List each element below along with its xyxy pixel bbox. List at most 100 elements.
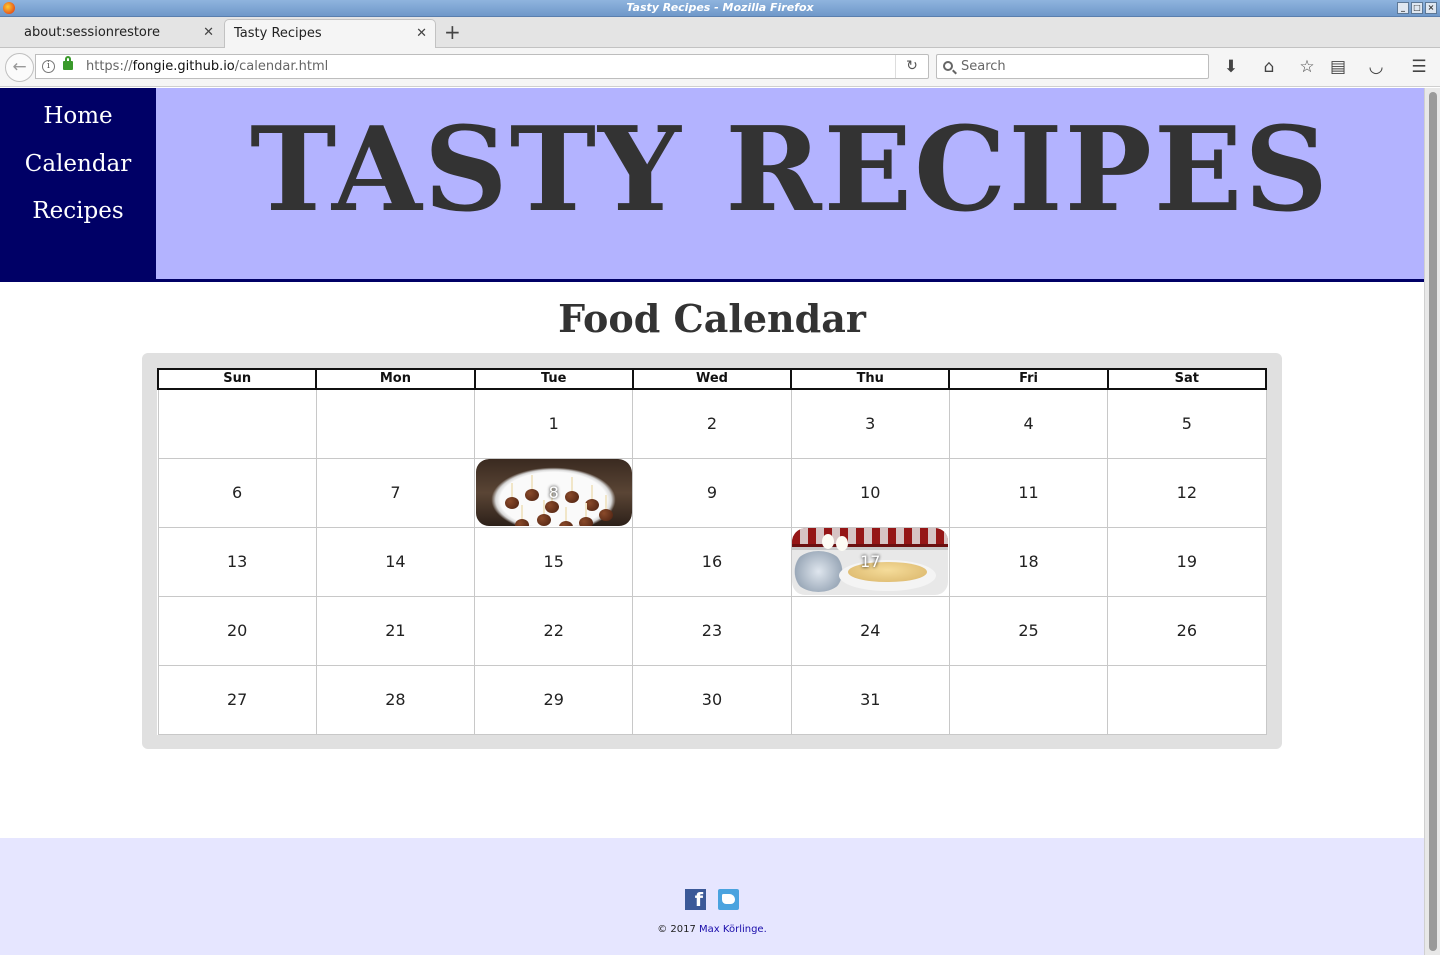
calendar-day-12[interactable]: 12 [1107,457,1267,528]
day-number: 22 [543,621,564,640]
close-tab-icon[interactable]: ✕ [203,19,214,47]
day-number: 28 [385,690,406,709]
weekday-header-wed: Wed [631,368,793,390]
calendar-empty-cell [315,388,476,459]
calendar-day-27[interactable]: 27 [157,664,317,735]
calendar-day-5[interactable]: 5 [1107,388,1267,459]
day-number: 13 [226,552,248,571]
menu-hamburger-icon[interactable]: ☰ [1408,56,1430,78]
day-number: 16 [701,552,723,571]
day-number: 14 [385,552,406,571]
day-number: 30 [701,690,723,709]
calendar-week-row: 20 21 22 23 24 25 26 [157,595,1267,666]
calendar-day-15[interactable]: 15 [474,526,634,597]
tab-tasty-recipes[interactable]: Tasty Recipes ✕ [224,19,436,48]
weekday-header-fri: Fri [948,368,1109,390]
page-title: Food Calendar [558,296,866,341]
calendar-day-21[interactable]: 21 [315,595,476,666]
url-bar[interactable]: i https://fongie.github.io/calendar.html… [35,54,929,79]
search-input[interactable]: Search [936,54,1209,79]
weekday-header-row: Sun Mon Tue Wed Thu Fri Sat [156,368,1268,390]
calendar-day-26[interactable]: 26 [1107,595,1267,666]
url-text[interactable]: https://fongie.github.io/calendar.html [86,55,328,78]
day-number: 19 [1176,552,1198,571]
day-number: 17 [860,552,881,571]
calendar-day-18[interactable]: 18 [948,526,1109,597]
day-number: 20 [226,621,248,640]
facebook-icon[interactable]: f [685,889,706,910]
calendar-day-1[interactable]: 1 [474,388,634,459]
reading-list-icon[interactable]: ▤ [1327,56,1349,78]
day-number: 3 [865,414,876,434]
calendar-day-14[interactable]: 14 [315,526,476,597]
calendar-day-11[interactable]: 11 [948,457,1109,528]
back-arrow-icon[interactable]: ← [5,53,34,82]
calendar-day-6[interactable]: 6 [157,457,317,528]
calendar-day-17[interactable]: 17 [790,526,950,597]
site-title: TASTY RECIPES [249,102,1331,238]
day-number: 27 [226,690,248,709]
navigation-toolbar: ← i https://fongie.github.io/calendar.ht… [0,48,1440,87]
calendar-day-3[interactable]: 3 [790,388,950,459]
day-number: 12 [1176,483,1198,502]
window-controls: _ □ × [1397,2,1437,14]
calendar-day-23[interactable]: 23 [632,595,792,666]
day-number: 10 [860,483,881,502]
day-number: 11 [1018,483,1039,502]
weekday-header-sat: Sat [1106,368,1268,390]
pocket-icon[interactable]: ◡ [1365,56,1387,78]
calendar-panel: Sun Mon Tue Wed Thu Fri Sat 1 2 3 4 5 6 7 8 9 10 11 12 13 1… [142,353,1282,749]
tab-label: Tasty Recipes [234,26,322,41]
calendar-day-30[interactable]: 30 [632,664,792,735]
new-tab-icon[interactable]: + [444,21,461,43]
calendar-day-7[interactable]: 7 [315,457,476,528]
day-number: 9 [706,483,718,502]
home-icon[interactable]: ⌂ [1258,56,1280,78]
calendar-empty-cell [1107,664,1267,735]
calendar-table: Sun Mon Tue Wed Thu Fri Sat 1 2 3 4 5 6 7 8 9 10 11 12 13 1… [156,368,1268,735]
close-window-icon[interactable]: × [1425,2,1437,14]
calendar-day-4[interactable]: 4 [948,388,1109,459]
nav-link-calendar[interactable]: Calendar [0,141,156,189]
calendar-day-19[interactable]: 19 [1107,526,1267,597]
scrollbar-thumb[interactable] [1429,92,1437,951]
tab-sessionrestore[interactable]: about:sessionrestore ✕ [0,19,222,48]
reload-icon[interactable]: ↻ [895,55,928,78]
weekday-header-tue: Tue [473,368,634,390]
maximize-icon[interactable]: □ [1411,2,1423,14]
nav-link-recipes[interactable]: Recipes [0,188,156,236]
twitter-icon[interactable] [718,889,739,910]
calendar-day-22[interactable]: 22 [474,595,634,666]
minimize-icon[interactable]: _ [1397,2,1409,14]
day-number: 8 [548,483,559,502]
download-icon[interactable]: ⬇ [1220,56,1242,78]
calendar-day-28[interactable]: 28 [315,664,476,735]
calendar-day-25[interactable]: 25 [948,595,1109,666]
info-icon[interactable]: i [42,60,55,73]
calendar-empty-cell [948,664,1109,735]
calendar-day-16[interactable]: 16 [632,526,792,597]
calendar-week-row: 1 2 3 4 5 [157,388,1267,459]
calendar-day-24[interactable]: 24 [790,595,950,666]
calendar-day-2[interactable]: 2 [632,388,792,459]
calendar-day-10[interactable]: 10 [790,457,950,528]
calendar-day-20[interactable]: 20 [157,595,317,666]
weekday-header-thu: Thu [790,368,951,390]
nav-link-home[interactable]: Home [0,93,156,141]
calendar-day-13[interactable]: 13 [157,526,317,597]
calendar-empty-cell [157,388,317,459]
day-number: 7 [390,483,401,502]
calendar-day-9[interactable]: 9 [632,457,792,528]
calendar-week-row: 13 14 15 16 17 18 19 [157,526,1267,597]
search-placeholder: Search [961,59,1006,74]
bookmark-star-icon[interactable]: ☆ [1296,56,1318,78]
day-number: 18 [1018,552,1039,571]
calendar-week-row: 6 7 8 9 10 11 12 [157,457,1267,528]
site-nav: Home Calendar Recipes [0,88,156,279]
author-link[interactable]: Max Körlinge. [699,924,767,935]
calendar-day-8[interactable]: 8 [474,457,634,528]
vertical-scrollbar[interactable] [1424,88,1440,955]
close-tab-icon[interactable]: ✕ [416,20,427,48]
calendar-day-29[interactable]: 29 [474,664,634,735]
calendar-day-31[interactable]: 31 [790,664,950,735]
